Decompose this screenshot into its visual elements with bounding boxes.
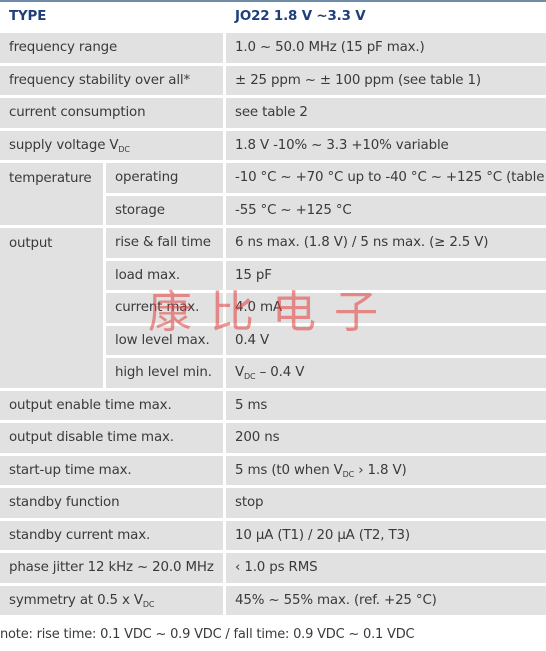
table-header: TYPE JO22 1.8 V ~3.3 V [0, 2, 546, 33]
sub-label: high level min. [106, 358, 227, 391]
row-value: 4.0 mA [226, 293, 546, 326]
sub-label: storage [106, 195, 227, 228]
table-row: start-up time max. 5 ms (t0 when VDC › 1… [0, 455, 546, 488]
sub-label: rise & fall time [106, 228, 227, 261]
row-value: ± 25 ppm ~ ± 100 ppm (see table 1) [226, 65, 546, 98]
row-value: 5 ms (t0 when VDC › 1.8 V) [226, 455, 546, 488]
table-row: current consumption see table 2 [0, 98, 546, 131]
group-label-temperature: temperature [0, 163, 106, 228]
type-header: TYPE [0, 2, 227, 33]
row-value: 1.8 V -10% ~ 3.3 +10% variable [226, 130, 546, 163]
row-label: frequency range [0, 33, 227, 66]
row-label: output disable time max. [0, 423, 227, 456]
table-row: output rise & fall time 6 ns max. (1.8 V… [0, 228, 546, 391]
table-row: supply voltage VDC 1.8 V -10% ~ 3.3 +10%… [0, 130, 546, 163]
table-row: temperature operating -10 °C ~ +70 °C up… [0, 163, 546, 228]
row-label: symmetry at 0.5 x VDC [0, 585, 227, 618]
table-row: output enable time max. 5 ms [0, 390, 546, 423]
table-row: standby current max. 10 µA (T1) / 20 µA … [0, 520, 546, 553]
row-label: standby function [0, 488, 227, 521]
table-row: standby function stop [0, 488, 546, 521]
row-value: 6 ns max. (1.8 V) / 5 ns max. (≥ 2.5 V) [226, 228, 546, 261]
row-value: 0.4 V [226, 325, 546, 358]
group-label-output: output [0, 228, 106, 391]
table-row: output disable time max. 200 ns [0, 423, 546, 456]
footnote: note: rise time: 0.1 VDC ~ 0.9 VDC / fal… [0, 627, 415, 642]
row-value: VDC – 0.4 V [226, 358, 546, 391]
row-label: current consumption [0, 98, 227, 131]
row-value: 1.0 ~ 50.0 MHz (15 pF max.) [226, 33, 546, 66]
row-label: frequency stability over all* [0, 65, 227, 98]
row-value: 5 ms [226, 390, 546, 423]
sub-label: current max. [106, 293, 227, 326]
row-label: start-up time max. [0, 455, 227, 488]
table-row: frequency range 1.0 ~ 50.0 MHz (15 pF ma… [0, 33, 546, 66]
row-value: 45% ~ 55% max. (ref. +25 °C) [226, 585, 546, 618]
row-value: -10 °C ~ +70 °C up to -40 °C ~ +125 °C (… [226, 163, 546, 196]
row-label: standby current max. [0, 520, 227, 553]
table-row: frequency stability over all* ± 25 ppm ~… [0, 65, 546, 98]
row-value: see table 2 [226, 98, 546, 131]
row-value: 15 pF [226, 260, 546, 293]
row-value: -55 °C ~ +125 °C [226, 195, 546, 228]
sub-label: load max. [106, 260, 227, 293]
sub-label: operating [106, 163, 227, 196]
row-value: 200 ns [226, 423, 546, 456]
spec-table: TYPE JO22 1.8 V ~3.3 V frequency range 1… [0, 2, 546, 618]
row-value: stop [226, 488, 546, 521]
row-label: supply voltage VDC [0, 130, 227, 163]
row-label: output enable time max. [0, 390, 227, 423]
row-label: phase jitter 12 kHz ~ 20.0 MHz [0, 553, 227, 586]
model-header: JO22 1.8 V ~3.3 V [226, 2, 546, 33]
sub-label: low level max. [106, 325, 227, 358]
table-row: phase jitter 12 kHz ~ 20.0 MHz ‹ 1.0 ps … [0, 553, 546, 586]
row-value: 10 µA (T1) / 20 µA (T2, T3) [226, 520, 546, 553]
row-value: ‹ 1.0 ps RMS [226, 553, 546, 586]
table-row: symmetry at 0.5 x VDC 45% ~ 55% max. (re… [0, 585, 546, 618]
